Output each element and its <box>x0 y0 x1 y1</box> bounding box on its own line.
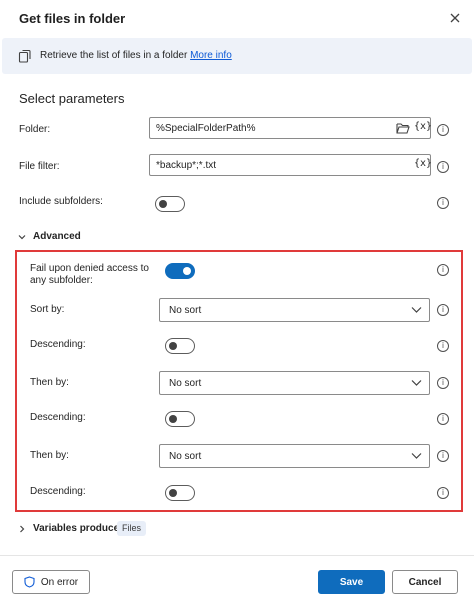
toggle-knob <box>183 267 191 275</box>
descending-1-toggle[interactable] <box>165 338 195 354</box>
toggle-knob <box>169 489 177 497</box>
chevron-right-icon <box>20 525 25 532</box>
file-filter-variable-button[interactable]: {x} <box>414 158 432 169</box>
then-by-1-dropdown[interactable]: No sort <box>159 371 430 395</box>
fail-denied-help-icon[interactable]: i <box>437 264 449 276</box>
then-by-1-help-icon[interactable]: i <box>437 377 449 389</box>
files-variable-badge[interactable]: Files <box>117 521 147 536</box>
fail-denied-label: Fail upon denied access to any subfolder… <box>30 263 149 286</box>
sort-by-value: No sort <box>169 305 202 316</box>
on-error-button[interactable]: On error <box>12 570 90 594</box>
dialog-title: Get files in folder <box>19 11 126 26</box>
folder-help-icon[interactable]: i <box>437 124 449 136</box>
more-info-link[interactable]: More info <box>190 50 232 61</box>
folder-input[interactable]: %SpecialFolderPath% {x} <box>149 117 432 139</box>
folder-label: Folder: <box>19 124 51 135</box>
then-by-1-label: Then by: <box>30 377 69 388</box>
chevron-down-icon <box>411 380 422 386</box>
descending-3-toggle[interactable] <box>165 485 195 501</box>
folder-value: %SpecialFolderPath% <box>156 123 256 134</box>
footer-divider <box>0 555 474 556</box>
descending-3-label: Descending: <box>30 486 86 497</box>
save-button[interactable]: Save <box>318 570 385 594</box>
on-error-label: On error <box>40 576 79 588</box>
then-by-2-dropdown[interactable]: No sort <box>159 444 430 468</box>
file-filter-label: File filter: <box>19 161 60 172</box>
info-description: Retrieve the list of files in a folder <box>40 50 188 61</box>
include-subfolders-toggle[interactable] <box>155 196 185 212</box>
cancel-button[interactable]: Cancel <box>392 570 458 594</box>
close-icon[interactable] <box>446 9 464 27</box>
copy-files-icon <box>18 49 31 63</box>
then-by-1-value: No sort <box>169 378 202 389</box>
variables-expander[interactable]: Variables produced <box>17 523 125 534</box>
fail-denied-toggle[interactable] <box>165 263 195 279</box>
variables-label: Variables produced <box>33 523 126 534</box>
sort-by-help-icon[interactable]: i <box>437 304 449 316</box>
then-by-2-value: No sort <box>169 451 202 462</box>
file-filter-input[interactable]: *backup*;*.txt {x} <box>149 154 432 176</box>
descending-2-help-icon[interactable]: i <box>437 413 449 425</box>
toggle-knob <box>169 415 177 423</box>
descending-1-help-icon[interactable]: i <box>437 340 449 352</box>
advanced-label: Advanced <box>33 231 81 242</box>
folder-variable-button[interactable]: {x} <box>414 121 432 132</box>
toggle-knob <box>169 342 177 350</box>
chevron-down-icon <box>411 307 422 313</box>
then-by-2-help-icon[interactable]: i <box>437 450 449 462</box>
shield-icon <box>24 576 35 588</box>
dialog-titlebar: Get files in folder <box>0 0 474 36</box>
folder-open-icon[interactable] <box>396 122 410 134</box>
descending-3-help-icon[interactable]: i <box>437 487 449 499</box>
then-by-2-label: Then by: <box>30 450 69 461</box>
descending-2-label: Descending: <box>30 412 86 423</box>
descending-1-label: Descending: <box>30 339 86 350</box>
toggle-knob <box>159 200 167 208</box>
file-filter-help-icon[interactable]: i <box>437 161 449 173</box>
include-subfolders-help-icon[interactable]: i <box>437 197 449 209</box>
sort-by-label: Sort by: <box>30 304 65 315</box>
info-text: Retrieve the list of files in a folder M… <box>40 50 232 61</box>
section-title: Select parameters <box>19 91 125 106</box>
chevron-down-icon <box>411 453 422 459</box>
chevron-down-icon <box>18 234 26 239</box>
sort-by-dropdown[interactable]: No sort <box>159 298 430 322</box>
advanced-expander[interactable]: Advanced <box>17 231 81 242</box>
descending-2-toggle[interactable] <box>165 411 195 427</box>
file-filter-value: *backup*;*.txt <box>156 160 217 171</box>
include-subfolders-label: Include subfolders: <box>19 196 103 207</box>
info-banner: Retrieve the list of files in a folder M… <box>2 38 472 74</box>
